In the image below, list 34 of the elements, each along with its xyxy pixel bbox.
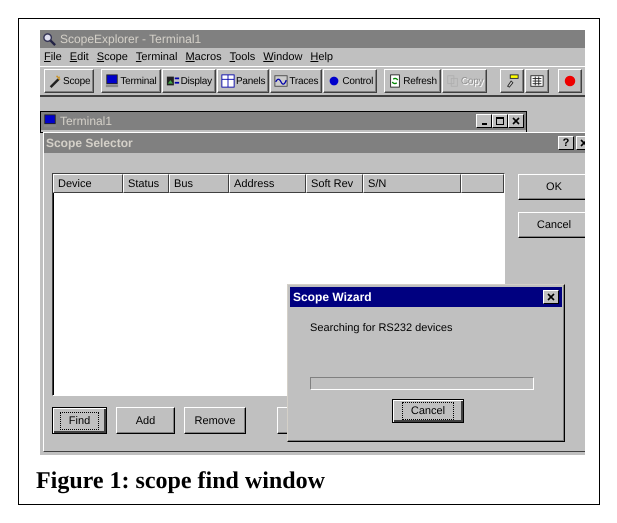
- help-button[interactable]: ?: [558, 136, 574, 150]
- dialog-button[interactable]: OK: [518, 174, 585, 200]
- dialog-button[interactable]: Remove: [184, 407, 246, 434]
- menu-item[interactable]: Window: [263, 51, 302, 63]
- child-window-title: Terminal1: [60, 114, 114, 128]
- dialog-button[interactable]: Find: [52, 407, 107, 434]
- dialog-button[interactable]: Cancel: [518, 212, 585, 238]
- menu-item[interactable]: Edit: [70, 51, 89, 63]
- toolbar-button[interactable]: Refresh: [384, 69, 441, 93]
- menu-item[interactable]: File: [44, 51, 62, 63]
- column-header[interactable]: S/N: [363, 174, 461, 193]
- cancel-button[interactable]: Cancel: [392, 399, 464, 423]
- toolbar-button[interactable]: Control: [323, 69, 378, 93]
- column-header[interactable]: Bus: [169, 174, 229, 193]
- toolbar-button[interactable]: Terminal: [101, 69, 161, 93]
- dialog-title: Scope Wizard: [293, 290, 373, 304]
- toolbar-button[interactable]: Panels: [216, 69, 270, 93]
- toolbar-button[interactable]: Traces: [270, 69, 322, 93]
- dialog-title: Scope Selector: [46, 136, 134, 150]
- menu-item[interactable]: Terminal: [136, 51, 178, 63]
- figure-caption: Figure 1: scope find window: [36, 468, 326, 495]
- column-header[interactable]: Status: [123, 174, 169, 193]
- menu-item[interactable]: Scope: [96, 51, 128, 63]
- column-header[interactable]: Device: [53, 174, 123, 193]
- menu-item[interactable]: Macros: [186, 51, 222, 63]
- toolbar-button[interactable]: Display: [162, 69, 216, 93]
- column-header[interactable]: Soft Rev: [306, 174, 363, 193]
- menu-item[interactable]: Tools: [230, 51, 256, 63]
- menu-item[interactable]: Help: [310, 51, 334, 63]
- status-message: Searching for RS232 devices: [310, 322, 454, 334]
- toolbar-button[interactable]: Scope: [44, 69, 94, 93]
- window-title: ScopeExplorer - Terminal1: [60, 32, 202, 46]
- column-header[interactable]: Address: [229, 174, 306, 193]
- dialog-button[interactable]: Add: [116, 407, 175, 434]
